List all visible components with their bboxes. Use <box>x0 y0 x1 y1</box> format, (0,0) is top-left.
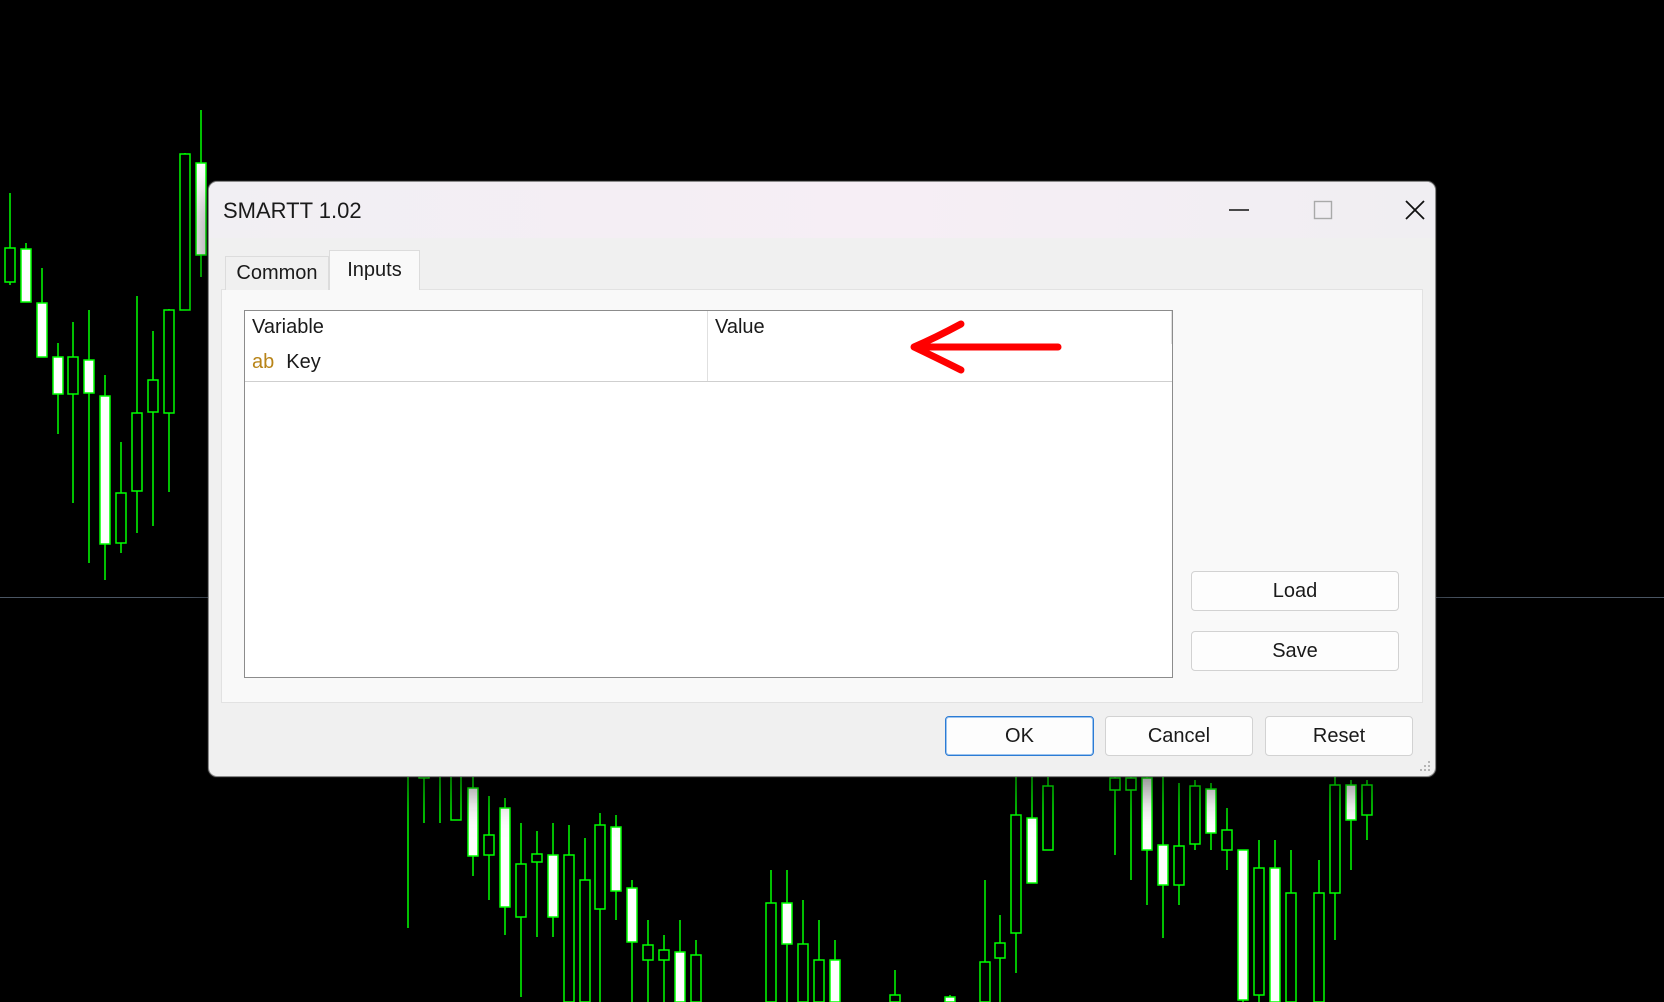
candle-body <box>147 379 159 413</box>
candle-body <box>813 959 825 1002</box>
candle-body <box>4 247 16 283</box>
candle-body <box>1157 844 1169 886</box>
candle-body <box>99 395 111 545</box>
candle-body <box>179 153 191 311</box>
candle-body <box>1237 849 1249 1001</box>
candle-body <box>579 879 591 1002</box>
candle-body <box>1125 777 1137 791</box>
candle-body <box>594 824 606 910</box>
candle-body <box>690 954 702 1002</box>
input-parameters-dialog: SMARTT 1.02 Common Inputs Variable Value… <box>208 181 1436 777</box>
candle-body <box>531 853 543 863</box>
minimize-button[interactable] <box>1209 188 1269 232</box>
candle-body <box>467 787 479 857</box>
reset-button[interactable]: Reset <box>1265 716 1413 756</box>
candle-body <box>115 492 127 544</box>
candle-body <box>1253 867 1265 996</box>
candle-body <box>1313 892 1325 1002</box>
candle-body <box>626 887 638 943</box>
candle-body <box>131 412 143 492</box>
grid-header: Variable Value <box>245 311 1172 344</box>
candle-body <box>563 854 575 1002</box>
candle-body <box>1189 785 1201 845</box>
minimize-icon <box>1229 209 1249 211</box>
candle-body <box>483 834 495 856</box>
save-button[interactable]: Save <box>1191 631 1399 671</box>
candle-body <box>658 949 670 961</box>
candle-body <box>1361 784 1373 816</box>
candle-body <box>674 951 686 1002</box>
candle-body <box>499 807 511 908</box>
variable-cell[interactable]: ab Key <box>245 344 708 381</box>
candle-body <box>1329 784 1341 894</box>
maximize-button[interactable] <box>1293 188 1353 232</box>
candle-body <box>1109 777 1121 791</box>
candle-body <box>195 162 207 256</box>
candle-body <box>1010 814 1022 934</box>
candle-body <box>889 994 901 1002</box>
tab-inputs[interactable]: Inputs <box>329 250 420 290</box>
candle-body <box>515 863 527 918</box>
close-icon <box>1405 200 1425 220</box>
candle-body <box>36 302 48 358</box>
candle-body <box>1205 788 1217 834</box>
candle-body <box>642 944 654 961</box>
candle-body <box>83 359 95 394</box>
column-header-variable[interactable]: Variable <box>245 311 708 344</box>
value-cell[interactable] <box>708 344 1172 381</box>
candle-body <box>20 248 32 303</box>
inputs-grid: Variable Value ab Key <box>244 310 1173 678</box>
candle-body <box>1221 829 1233 851</box>
candle-body <box>1141 777 1153 851</box>
candle-body <box>994 942 1006 959</box>
candle-body <box>52 356 64 395</box>
candle-body <box>1042 785 1054 851</box>
candle-body <box>1269 867 1281 1002</box>
load-button[interactable]: Load <box>1191 571 1399 611</box>
ok-button[interactable]: OK <box>945 716 1094 756</box>
column-header-value[interactable]: Value <box>708 311 1172 344</box>
close-button[interactable] <box>1385 188 1435 232</box>
tab-common[interactable]: Common <box>225 256 329 290</box>
candle-body <box>610 826 622 892</box>
candle-body <box>829 959 841 1002</box>
cancel-button[interactable]: Cancel <box>1105 716 1253 756</box>
candle-body <box>781 902 793 945</box>
candle-body <box>979 961 991 1002</box>
string-type-icon: ab <box>252 351 275 373</box>
candle-body <box>163 309 175 414</box>
candle-body <box>547 854 559 918</box>
maximize-icon <box>1313 200 1333 220</box>
candle-body <box>765 902 777 1002</box>
variable-name: Key <box>286 351 321 373</box>
dialog-title: SMARTT 1.02 <box>223 198 362 223</box>
candle-body <box>797 943 809 1002</box>
table-row[interactable]: ab Key <box>245 344 1172 382</box>
candle-body <box>1026 817 1038 884</box>
title-bar[interactable]: SMARTT 1.02 <box>209 182 1435 238</box>
candle-body <box>1345 784 1357 821</box>
candle-body <box>1173 845 1185 886</box>
candle-body <box>67 356 79 395</box>
candle-body <box>944 996 956 1002</box>
candle-body <box>1285 892 1297 1002</box>
resize-grip-icon[interactable] <box>1418 759 1432 773</box>
